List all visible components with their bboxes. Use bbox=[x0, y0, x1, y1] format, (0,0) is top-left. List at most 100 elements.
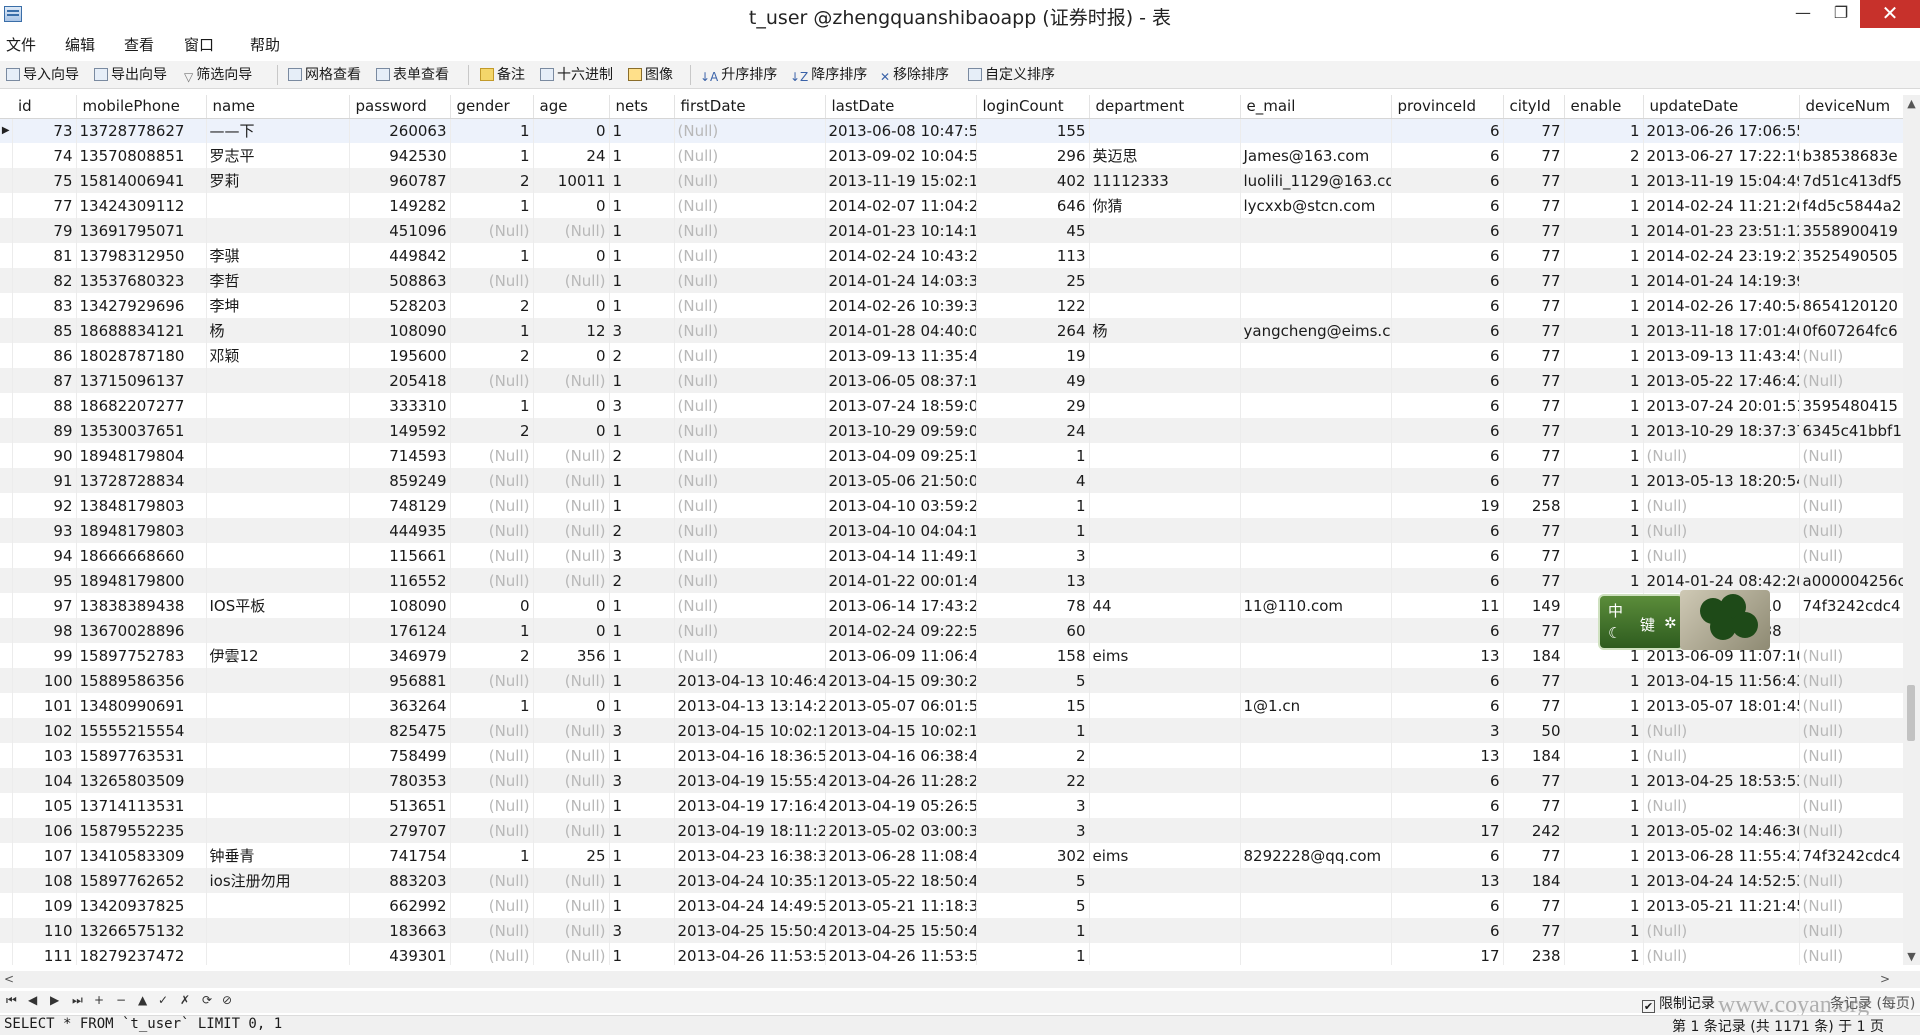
cell-lastdate[interactable]: 2013-06-09 11:06:45 bbox=[825, 643, 977, 668]
cell-lastdate[interactable]: 2013-09-02 10:04:56 bbox=[825, 143, 977, 168]
cell-password[interactable]: 260063 bbox=[349, 118, 451, 143]
cell-e-mail[interactable] bbox=[1240, 268, 1392, 293]
apply-changes-button[interactable]: ✓ bbox=[158, 993, 168, 1007]
cell-mobilephone[interactable]: 13728728834 bbox=[76, 468, 207, 493]
row-indicator[interactable] bbox=[0, 718, 13, 743]
cell-age[interactable]: (Null) bbox=[533, 543, 610, 568]
cell-cityid[interactable]: 77 bbox=[1503, 218, 1565, 243]
cell-updatedate[interactable]: (Null) bbox=[1643, 518, 1800, 543]
cell-firstdate[interactable]: (Null) bbox=[674, 318, 826, 343]
cell-name[interactable] bbox=[206, 468, 350, 493]
stop-button[interactable]: ⊘ bbox=[222, 993, 232, 1007]
table-row[interactable]: 82 13537680323 李哲 508863 (Null) (Null) 1 (Null)… bbox=[0, 268, 1903, 293]
import-wizard-button[interactable]: 导入向导 bbox=[6, 65, 79, 85]
cell-enable[interactable]: 1 bbox=[1564, 518, 1644, 543]
cell-department[interactable] bbox=[1089, 793, 1241, 818]
cell-name[interactable]: IOS平板 bbox=[206, 593, 350, 618]
cell-mobilephone[interactable]: 13798312950 bbox=[76, 243, 207, 268]
cell-mobilephone[interactable]: 13530037651 bbox=[76, 418, 207, 443]
cell-enable[interactable]: 1 bbox=[1564, 243, 1644, 268]
cell-id[interactable]: 98 bbox=[12, 618, 77, 643]
row-indicator[interactable] bbox=[0, 843, 13, 868]
cell-nets[interactable]: 1 bbox=[609, 643, 675, 668]
cell-logincount[interactable]: 49 bbox=[976, 368, 1090, 393]
cell-devicenum[interactable]: 7d51c413df5 bbox=[1799, 168, 1903, 193]
cell-e-mail[interactable] bbox=[1240, 543, 1392, 568]
cell-devicenum[interactable]: (Null) bbox=[1799, 943, 1903, 965]
cell-logincount[interactable]: 5 bbox=[976, 668, 1090, 693]
cell-gender[interactable]: (Null) bbox=[450, 443, 534, 468]
cell-name[interactable] bbox=[206, 368, 350, 393]
cell-provinceid[interactable]: 6 bbox=[1391, 268, 1504, 293]
cell-department[interactable] bbox=[1089, 568, 1241, 593]
cell-provinceid[interactable]: 13 bbox=[1391, 643, 1504, 668]
cell-provinceid[interactable]: 6 bbox=[1391, 343, 1504, 368]
row-indicator[interactable] bbox=[0, 143, 13, 168]
cell-cityid[interactable]: 77 bbox=[1503, 543, 1565, 568]
cell-firstdate[interactable]: (Null) bbox=[674, 168, 826, 193]
cell-firstdate[interactable]: (Null) bbox=[674, 118, 826, 143]
cell-password[interactable]: 116552 bbox=[349, 568, 451, 593]
cell-enable[interactable]: 1 bbox=[1564, 443, 1644, 468]
cell-logincount[interactable]: 1 bbox=[976, 443, 1090, 468]
cell-enable[interactable]: 1 bbox=[1564, 868, 1644, 893]
row-indicator[interactable] bbox=[0, 468, 13, 493]
cell-gender[interactable]: 2 bbox=[450, 418, 534, 443]
cell-provinceid[interactable]: 6 bbox=[1391, 143, 1504, 168]
cell-lastdate[interactable]: 2013-05-07 06:01:58 bbox=[825, 693, 977, 718]
cell-mobilephone[interactable]: 15814006941 bbox=[76, 168, 207, 193]
filter-wizard-button[interactable]: ▽ 筛选向导 bbox=[184, 65, 252, 85]
cell-firstdate[interactable]: (Null) bbox=[674, 293, 826, 318]
cell-password[interactable]: 183663 bbox=[349, 918, 451, 943]
cell-nets[interactable]: 2 bbox=[609, 343, 675, 368]
cell-age[interactable]: (Null) bbox=[533, 793, 610, 818]
cell-logincount[interactable]: 113 bbox=[976, 243, 1090, 268]
cell-gender[interactable]: (Null) bbox=[450, 268, 534, 293]
cell-lastdate[interactable]: 2013-04-14 11:49:12 bbox=[825, 543, 977, 568]
cell-cityid[interactable]: 77 bbox=[1503, 768, 1565, 793]
table-row[interactable]: 87 13715096137 205418 (Null) (Null) 1 (Null) 20… bbox=[0, 368, 1903, 393]
table-row[interactable]: 88 18682207277 333310 1 0 3 (Null) 2013-07-24 1… bbox=[0, 393, 1903, 418]
cell-updatedate[interactable]: 2013-05-07 18:01:45 bbox=[1643, 693, 1800, 718]
cell-id[interactable]: 87 bbox=[12, 368, 77, 393]
cell-name[interactable]: ios注册勿用 bbox=[206, 868, 350, 893]
table-row[interactable]: 94 18666668660 115661 (Null) (Null) 3 (Null) 20… bbox=[0, 543, 1903, 568]
cell-age[interactable]: (Null) bbox=[533, 743, 610, 768]
table-row[interactable]: 102 15555215554 825475 (Null) (Null) 3 2013-04… bbox=[0, 718, 1903, 743]
cell-updatedate[interactable]: 2013-09-13 11:43:45 bbox=[1643, 343, 1800, 368]
cell-age[interactable]: (Null) bbox=[533, 668, 610, 693]
export-wizard-button[interactable]: 导出向导 bbox=[94, 65, 167, 85]
cell-mobilephone[interactable]: 13691795071 bbox=[76, 218, 207, 243]
cell-id[interactable]: 104 bbox=[12, 768, 77, 793]
cell-logincount[interactable]: 155 bbox=[976, 118, 1090, 143]
cell-cityid[interactable]: 77 bbox=[1503, 693, 1565, 718]
cell-mobilephone[interactable]: 13537680323 bbox=[76, 268, 207, 293]
cell-provinceid[interactable]: 6 bbox=[1391, 418, 1504, 443]
table-row[interactable]: 111 18279237472 439301 (Null) (Null) 1 2013-04… bbox=[0, 943, 1903, 965]
cell-password[interactable]: 956881 bbox=[349, 668, 451, 693]
cell-devicenum[interactable]: (Null) bbox=[1799, 343, 1903, 368]
cell-nets[interactable]: 1 bbox=[609, 618, 675, 643]
cell-password[interactable]: 149282 bbox=[349, 193, 451, 218]
cell-firstdate[interactable]: 2013-04-23 16:38:34 bbox=[674, 843, 826, 868]
row-indicator[interactable] bbox=[0, 643, 13, 668]
cell-devicenum[interactable]: (Null) bbox=[1799, 818, 1903, 843]
cell-gender[interactable]: (Null) bbox=[450, 743, 534, 768]
cell-cityid[interactable]: 238 bbox=[1503, 943, 1565, 965]
cell-firstdate[interactable]: (Null) bbox=[674, 243, 826, 268]
cell-lastdate[interactable]: 2014-02-26 10:39:33 bbox=[825, 293, 977, 318]
cell-lastdate[interactable]: 2014-01-23 10:14:16 bbox=[825, 218, 977, 243]
cell-updatedate[interactable]: 2014-02-26 17:40:54 bbox=[1643, 293, 1800, 318]
cell-firstdate[interactable]: 2013-04-13 10:46:40 bbox=[674, 668, 826, 693]
cell-logincount[interactable]: 25 bbox=[976, 268, 1090, 293]
cell-firstdate[interactable]: 2013-04-15 10:02:14 bbox=[674, 718, 826, 743]
cell-devicenum[interactable]: (Null) bbox=[1799, 793, 1903, 818]
cell-provinceid[interactable]: 6 bbox=[1391, 293, 1504, 318]
cell-updatedate[interactable]: 2014-01-23 23:51:12 bbox=[1643, 218, 1800, 243]
cell-e-mail[interactable] bbox=[1240, 718, 1392, 743]
cell-age[interactable]: 0 bbox=[533, 693, 610, 718]
cell-e-mail[interactable] bbox=[1240, 893, 1392, 918]
gear-icon[interactable]: ✲ bbox=[1664, 614, 1677, 632]
cell-age[interactable]: 0 bbox=[533, 593, 610, 618]
cell-department[interactable] bbox=[1089, 218, 1241, 243]
